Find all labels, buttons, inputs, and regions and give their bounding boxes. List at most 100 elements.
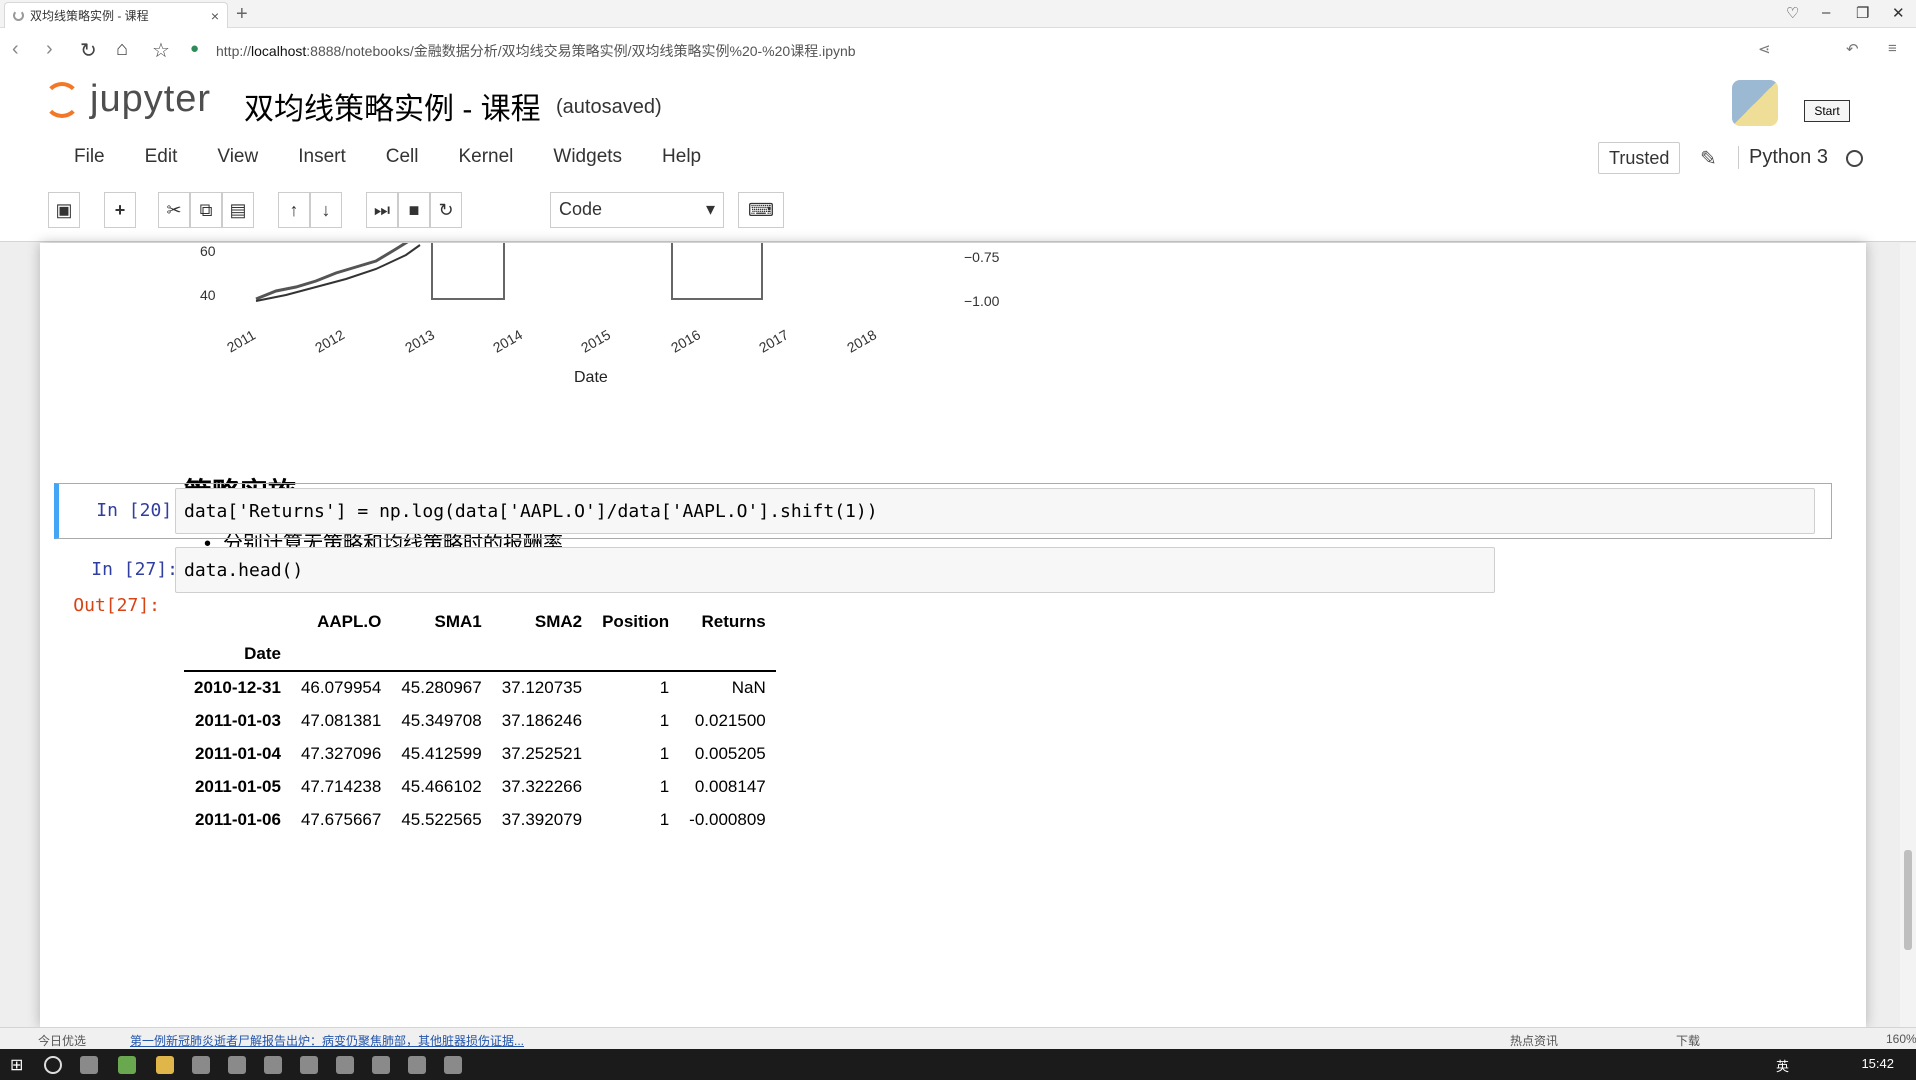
- jupyter-logo-text: jupyter: [90, 78, 212, 120]
- index-header-blank: [184, 605, 291, 638]
- url-field[interactable]: http://localhost:8888/notebooks/金融数据分析/双…: [216, 41, 856, 61]
- site-info-icon[interactable]: ●: [190, 40, 199, 57]
- app-icon[interactable]: [192, 1056, 210, 1074]
- browser-tab[interactable]: 双均线策略实例 - 课程 ×: [4, 2, 228, 28]
- app-icon[interactable]: [264, 1056, 282, 1074]
- bookmark-manager-icon[interactable]: ♡: [1786, 4, 1799, 22]
- app-icon[interactable]: [408, 1056, 426, 1074]
- new-tab-button[interactable]: +: [236, 3, 248, 26]
- scrollbar-thumb[interactable]: [1904, 850, 1912, 950]
- table-cell: 45.412599: [401, 743, 482, 763]
- column-header: AAPL.O: [317, 611, 382, 631]
- table-cell: 37.252521: [501, 743, 583, 763]
- menu-view[interactable]: View: [217, 146, 258, 168]
- window-close-icon[interactable]: ✕: [1892, 4, 1905, 22]
- jupyter-header: jupyter 双均线策略实例 - 课程 (autosaved) Start F…: [0, 72, 1916, 242]
- insert-cell-icon[interactable]: +: [104, 192, 136, 228]
- table-cell: 37.186246: [501, 710, 583, 730]
- app-icon[interactable]: [372, 1056, 390, 1074]
- hot-news[interactable]: 热点资讯: [1510, 1032, 1558, 1049]
- explorer-app-icon[interactable]: [156, 1056, 174, 1074]
- menu-kernel[interactable]: Kernel: [458, 146, 513, 168]
- notebook-title[interactable]: 双均线策略实例 - 课程: [244, 84, 541, 128]
- table-cell: 1: [659, 776, 670, 796]
- code-cell[interactable]: In [27]: data.head(): [54, 545, 1832, 595]
- move-down-icon[interactable]: ↓: [310, 192, 342, 228]
- code-input[interactable]: data['Returns'] = np.log(data['AAPL.O']/…: [175, 488, 1815, 534]
- table-row: 2011-01-06 47.675667 45.522565 37.392079…: [184, 803, 776, 836]
- home-icon[interactable]: ⌂: [116, 38, 128, 61]
- x-axis-label: Date: [574, 369, 608, 386]
- minimize-icon[interactable]: –: [1822, 4, 1830, 21]
- task-view-icon[interactable]: [80, 1056, 98, 1074]
- paste-icon[interactable]: ▤: [222, 192, 254, 228]
- code-input[interactable]: data.head(): [175, 547, 1495, 593]
- cut-icon[interactable]: ✂: [158, 192, 190, 228]
- table-row: 2011-01-04 47.327096 45.412599 37.252521…: [184, 737, 776, 770]
- url-prefix: http://: [216, 43, 252, 59]
- menu-help[interactable]: Help: [662, 146, 701, 168]
- undo-icon[interactable]: ↶: [1846, 40, 1859, 58]
- app-icon[interactable]: [444, 1056, 462, 1074]
- copy-icon[interactable]: ⧉: [190, 192, 222, 228]
- kernel-name[interactable]: Python 3: [1738, 146, 1828, 169]
- table-cell: 0.008147: [694, 776, 766, 796]
- y-tick-right: −0.75: [964, 249, 1000, 265]
- edit-mode-icon: ✎: [1700, 148, 1717, 170]
- save-icon[interactable]: ▣: [48, 192, 80, 228]
- windows-start-icon[interactable]: ⊞: [10, 1055, 23, 1075]
- table-cell: 46.079954: [300, 678, 382, 697]
- row-index: 2011-01-04: [194, 743, 281, 763]
- reload-icon[interactable]: ↻: [80, 38, 97, 63]
- ime-indicator[interactable]: 英: [1776, 1056, 1789, 1075]
- app-icon[interactable]: [336, 1056, 354, 1074]
- column-header: Position: [602, 611, 670, 631]
- back-icon[interactable]: ‹: [12, 38, 19, 61]
- cell-type-select[interactable]: Code ▾: [550, 192, 724, 228]
- star-icon[interactable]: ☆: [152, 38, 170, 63]
- menu-icon[interactable]: ≡: [1888, 40, 1897, 57]
- zoom-level[interactable]: 160%: [1886, 1032, 1916, 1046]
- y-tick: 40: [200, 287, 216, 303]
- browser-app-icon[interactable]: [118, 1056, 136, 1074]
- keyboard-icon[interactable]: ⌨: [738, 192, 784, 228]
- move-up-icon[interactable]: ↑: [278, 192, 310, 228]
- share-icon[interactable]: ⋖: [1758, 40, 1771, 58]
- status-left[interactable]: 今日优选: [38, 1032, 86, 1049]
- row-index: 2011-01-05: [194, 776, 281, 796]
- tab-close-button[interactable]: ×: [211, 8, 219, 24]
- price-line: [255, 243, 409, 301]
- download-label[interactable]: 下载: [1676, 1032, 1700, 1049]
- start-button[interactable]: Start: [1804, 100, 1850, 122]
- column-header: SMA2: [534, 611, 583, 631]
- table-cell: 47.327096: [300, 743, 382, 763]
- browser-status-bar: 今日优选 第一例新冠肺炎逝者尸解报告出炉：病变仍聚焦肺部，其他脏器损伤证据...…: [0, 1027, 1916, 1049]
- restart-icon[interactable]: ↻: [430, 192, 462, 228]
- jupyter-logo[interactable]: jupyter: [44, 78, 211, 121]
- table-cell: NaN: [731, 678, 766, 697]
- app-icon[interactable]: [228, 1056, 246, 1074]
- y-tick: 60: [200, 243, 216, 259]
- restore-icon[interactable]: ❐: [1856, 4, 1869, 22]
- table-row: 2010-12-31 46.079954 45.280967 37.120735…: [184, 671, 776, 704]
- table-row: 2011-01-05 47.714238 45.466102 37.322266…: [184, 770, 776, 803]
- trusted-indicator[interactable]: Trusted: [1598, 142, 1681, 174]
- url-host: localhost: [251, 43, 307, 59]
- row-index: 2011-01-06: [194, 809, 281, 829]
- menu-widgets[interactable]: Widgets: [553, 146, 622, 168]
- menu-edit[interactable]: Edit: [145, 146, 178, 168]
- clock[interactable]: 15:42: [1861, 1056, 1894, 1071]
- table-cell: 37.120735: [501, 678, 583, 697]
- interrupt-icon[interactable]: ■: [398, 192, 430, 228]
- save-status: (autosaved): [556, 96, 662, 118]
- menu-cell[interactable]: Cell: [386, 146, 419, 168]
- run-icon[interactable]: ⏭: [366, 192, 398, 228]
- news-link[interactable]: 第一例新冠肺炎逝者尸解报告出炉：病变仍聚焦肺部，其他脏器损伤证据...: [130, 1032, 524, 1049]
- menu-file[interactable]: File: [74, 146, 105, 168]
- app-icon[interactable]: [300, 1056, 318, 1074]
- menu-insert[interactable]: Insert: [298, 146, 346, 168]
- forward-icon[interactable]: ›: [46, 38, 53, 61]
- code-cell-selected[interactable]: In [20]: data['Returns'] = np.log(data['…: [54, 483, 1832, 539]
- menu-bar: File Edit View Insert Cell Kernel Widget…: [74, 146, 741, 168]
- search-icon[interactable]: [44, 1056, 62, 1074]
